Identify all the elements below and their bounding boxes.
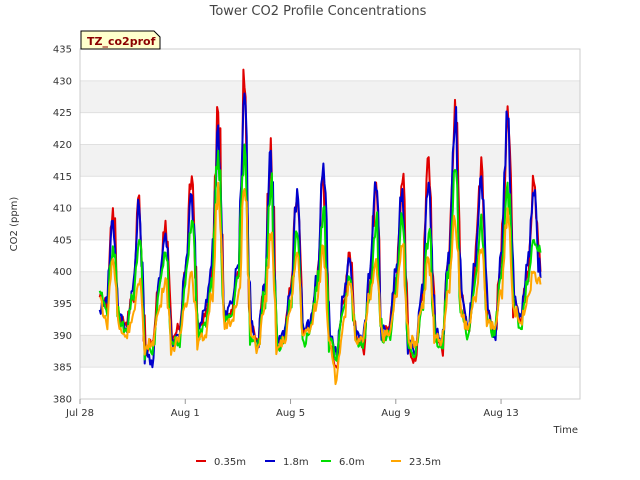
legend-label: 23.5m: [409, 457, 441, 468]
series-line-6_0m: [98, 143, 542, 362]
y-tick-label: 380: [53, 395, 72, 406]
y-tick-label: 400: [53, 267, 72, 278]
x-tick-label: Aug 9: [381, 408, 410, 419]
y-tick-label: 385: [53, 363, 72, 374]
y-tick-label: 405: [53, 235, 72, 246]
co2-profile-chart: Tower CO2 Profile Concentrations 3803853…: [9, 4, 581, 468]
x-axis-label: Time: [553, 425, 578, 436]
y-tick-label: 430: [53, 76, 72, 87]
y-tick-label: 420: [53, 140, 72, 151]
plot-band: [80, 271, 580, 304]
site-tag-label: TZ_co2prof: [87, 35, 156, 48]
x-axis-ticks: Jul 28 Aug 1 Aug 5 Aug 9 Aug 13: [65, 399, 519, 419]
plot-band: [80, 80, 580, 113]
legend: 0.35m 1.8m 6.0m 23.5m: [196, 457, 441, 468]
y-tick-label: 395: [53, 299, 72, 310]
x-tick-label: Aug 13: [483, 408, 518, 419]
y-axis-label: CO2 (ppm): [9, 197, 20, 252]
chart-title: Tower CO2 Profile Concentrations: [209, 4, 427, 19]
y-tick-label: 425: [53, 108, 72, 119]
y-tick-label: 435: [53, 45, 72, 56]
site-tag: TZ_co2prof: [80, 30, 161, 50]
legend-label: 1.8m: [283, 457, 309, 468]
legend-label: 6.0m: [339, 457, 365, 468]
x-tick-label: Aug 1: [171, 408, 200, 419]
y-tick-label: 415: [53, 172, 72, 183]
legend-label: 0.35m: [214, 457, 246, 468]
x-tick-label: Aug 5: [276, 408, 305, 419]
y-tick-label: 410: [53, 204, 72, 215]
y-axis-ticks: 380 385 390 395 400 405 410 415 420 425 430 435: [53, 45, 72, 406]
y-tick-label: 390: [53, 331, 72, 342]
x-tick-label: Jul 28: [65, 408, 94, 419]
